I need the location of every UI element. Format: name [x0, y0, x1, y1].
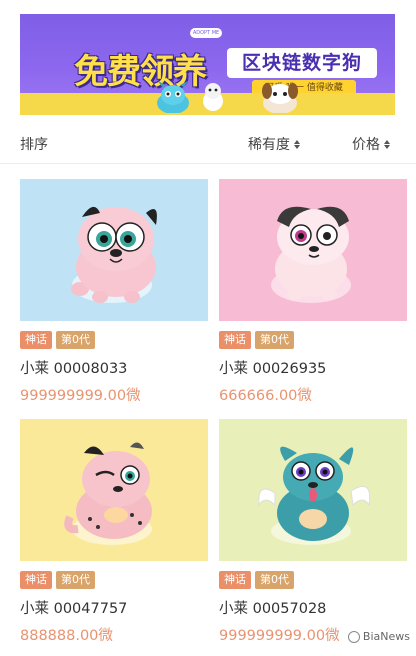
sort-label: 排序 — [20, 137, 48, 153]
badge-row: 神话 第0代 — [219, 571, 298, 589]
rarity-badge: 神话 — [219, 571, 251, 589]
pet-price: 999999999.00微 — [20, 388, 141, 404]
generation-badge: 第0代 — [56, 331, 95, 349]
banner-subhead: 区块链数字狗 — [227, 48, 377, 78]
generation-badge: 第0代 — [255, 331, 294, 349]
rarity-badge: 神话 — [20, 571, 52, 589]
pet-card[interactable]: 神话 第0代 小莱 00057028 999999999.00微 — [219, 419, 407, 651]
sort-by-price[interactable]: 价格 — [352, 134, 390, 154]
banner-puppy-brown-icon — [262, 83, 298, 113]
pet-name: 小莱 00026935 — [219, 361, 327, 377]
pet-art — [219, 179, 407, 321]
generation-badge: 第0代 — [56, 571, 95, 589]
pet-art — [20, 419, 208, 561]
chat-bubble-icon — [347, 630, 360, 643]
rarity-badge: 神话 — [219, 331, 251, 349]
badge-row: 神话 第0代 — [219, 331, 298, 349]
promo-banner[interactable]: ADOPT ME 免费领养 区块链数字狗 可爱 唯一 值得收藏 — [20, 14, 395, 115]
pet-card[interactable]: 神话 第0代 小莱 00026935 666666.00微 — [219, 179, 407, 411]
rarity-badge: 神话 — [20, 331, 52, 349]
sort-rarity-label: 稀有度 — [248, 137, 290, 153]
pet-art — [219, 419, 407, 561]
pet-dog-icon — [258, 446, 371, 545]
pet-dog-icon — [271, 206, 351, 303]
pet-price: 666666.00微 — [219, 388, 312, 404]
bone-sign: ADOPT ME — [190, 28, 222, 38]
sort-bar: 排序 稀有度 价格 — [20, 130, 396, 158]
pet-price: 888888.00微 — [20, 628, 113, 644]
badge-row: 神话 第0代 — [20, 571, 99, 589]
banner-puppy-small-icon — [203, 83, 223, 111]
pet-art — [20, 179, 208, 321]
pet-name: 小莱 00008033 — [20, 361, 128, 377]
divider — [0, 163, 416, 164]
pet-price: 999999999.00微 — [219, 628, 340, 644]
banner-puppy-icon — [157, 81, 189, 113]
sort-price-label: 价格 — [352, 137, 380, 153]
sort-arrows-icon — [384, 139, 390, 149]
pet-card[interactable]: 神话 第0代 小莱 00047757 888888.00微 — [20, 419, 208, 651]
sort-arrows-icon — [294, 139, 300, 149]
pet-name: 小莱 00047757 — [20, 601, 128, 617]
pet-name: 小莱 00057028 — [219, 601, 327, 617]
pet-card[interactable]: 神话 第0代 小莱 00008033 999999999.00微 — [20, 179, 208, 411]
watermark-text: BiaNews — [362, 630, 410, 643]
sort-by-rarity[interactable]: 稀有度 — [248, 134, 300, 154]
pet-dog-icon — [64, 442, 152, 545]
generation-badge: 第0代 — [255, 571, 294, 589]
badge-row: 神话 第0代 — [20, 331, 99, 349]
pet-dog-icon — [71, 206, 157, 303]
watermark: BiaNews — [347, 630, 410, 643]
